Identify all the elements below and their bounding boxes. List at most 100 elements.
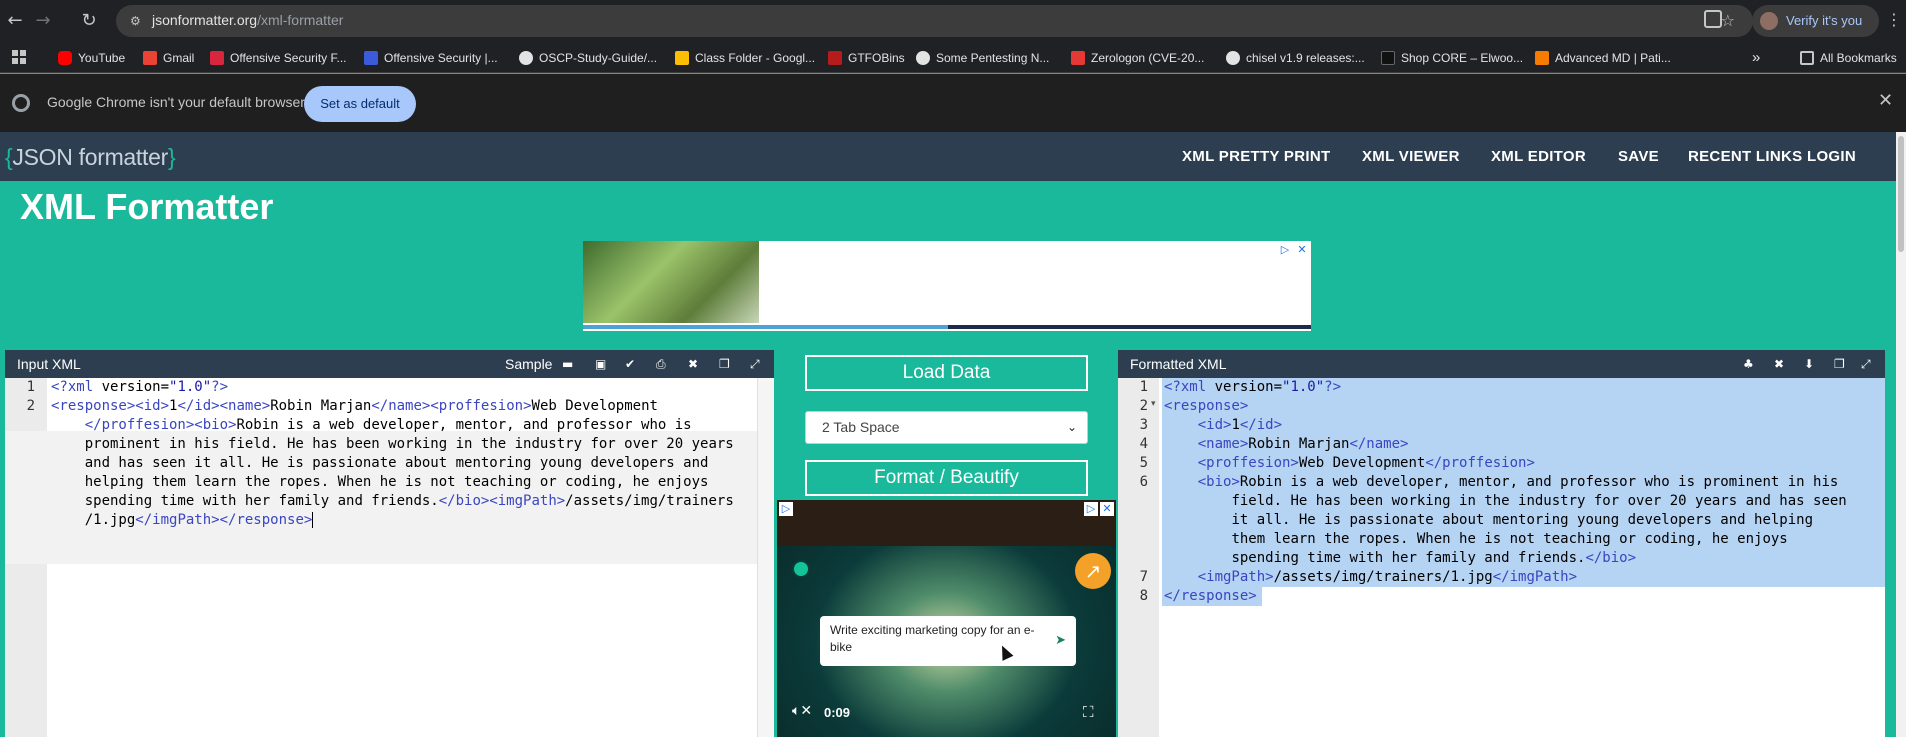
nav-xml-editor[interactable]: XML EDITOR <box>1491 148 1586 165</box>
nav-recent-links[interactable]: RECENT LINKS <box>1688 148 1802 165</box>
ad-close-icon[interactable]: ✕ <box>1295 243 1309 257</box>
nav-xml-pretty-print[interactable]: XML PRETTY PRINT <box>1182 148 1330 165</box>
code-line: <response> <box>1164 398 1249 414</box>
save-disk-icon[interactable]: ▣ <box>595 350 606 378</box>
advancedmd-icon <box>1535 51 1549 65</box>
input-editor[interactable]: 1 2 <?xml version="1.0"?> <response><id>1… <box>5 378 774 737</box>
banner-ad[interactable]: ▷ ✕ <box>583 241 1311 331</box>
bookmark-chisel[interactable]: chisel v1.9 releases:... <box>1226 48 1365 68</box>
input-scrollbar[interactable] <box>757 378 774 737</box>
fullscreen-icon[interactable]: ⛶ <box>1083 703 1094 721</box>
site-logo[interactable]: {JSON formatter} <box>5 144 176 171</box>
code-line: </proffesion><bio>Robin is a web develop… <box>84 417 692 433</box>
bookmark-gtfobins[interactable]: GTFOBins <box>828 48 905 68</box>
apps-grid-icon[interactable] <box>12 50 26 64</box>
avatar <box>1760 12 1778 30</box>
clear-x-icon[interactable]: ✖ <box>1774 350 1784 378</box>
print-icon[interactable]: ⎙ <box>656 350 666 378</box>
bookmark-advanced-md[interactable]: Advanced MD | Pati... <box>1535 48 1671 68</box>
code-line: <proffesion>Web Development</proffesion> <box>1197 455 1535 471</box>
address-bar[interactable]: ⚙ jsonformatter.org/xml-formatter ☆ <box>116 5 1753 37</box>
video-ad[interactable]: ▷ ▷ ✕ ↗ Write exciting marketing copy fo… <box>777 500 1116 737</box>
bookmark-shop-core[interactable]: Shop CORE – Elwoo... <box>1381 48 1523 68</box>
code-line: them learn the ropes. When he is not tea… <box>1231 531 1788 547</box>
output-code[interactable]: <?xml version="1.0"?> <response> <id>1</i… <box>1164 378 1847 606</box>
bookmark-offsec-1[interactable]: Offensive Security F... <box>210 48 347 68</box>
output-editor[interactable]: 1 2 3 4 5 6 7 8 ▾ <?xml version="1.0"?> <… <box>1118 378 1885 737</box>
code-line: <name>Robin Marjan</name> <box>1197 436 1409 452</box>
more-bookmarks-chevron-icon[interactable]: » <box>1752 48 1760 68</box>
ad-image <box>583 241 759 323</box>
page-scrollbar-thumb[interactable] <box>1898 136 1904 252</box>
bookmark-label: Offensive Security |... <box>384 51 498 65</box>
copy-icon[interactable]: ❐ <box>719 350 730 378</box>
site-info-icon[interactable]: ⚙ <box>130 13 146 29</box>
open-folder-icon[interactable]: ▬ <box>562 350 573 378</box>
verify-profile-button[interactable]: Verify it's you <box>1752 5 1879 37</box>
bookmark-youtube[interactable]: YouTube <box>58 48 125 68</box>
line-number: 8 <box>1139 588 1148 604</box>
send-icon: ➤ <box>1055 633 1066 648</box>
bookmark-offsec-2[interactable]: Offensive Security |... <box>364 48 498 68</box>
bookmark-gmail[interactable]: Gmail <box>143 48 194 68</box>
adchoices-icon[interactable]: ▷ <box>779 502 793 516</box>
bookmark-label: YouTube <box>78 51 126 65</box>
output-panel-title: Formatted XML <box>1130 356 1227 372</box>
shop-icon <box>1381 51 1395 65</box>
bookmark-pentesting-notes[interactable]: Some Pentesting N... <box>916 48 1049 68</box>
bookmark-label: OSCP-Study-Guide/... <box>539 51 658 65</box>
bookmark-oscp-guide[interactable]: OSCP-Study-Guide/... <box>519 48 657 68</box>
code-line: <response><id>1</id><name>Robin Marjan</… <box>51 398 658 414</box>
all-bookmarks-button[interactable]: All Bookmarks <box>1800 48 1897 68</box>
nav-xml-viewer[interactable]: XML VIEWER <box>1362 148 1460 165</box>
line-number: 6 <box>1139 474 1148 490</box>
output-panel-header: Formatted XML ♣ ✖ ⬇ ❐ ⤢ <box>1118 350 1885 378</box>
verify-label: Verify it's you <box>1786 13 1863 28</box>
reload-icon[interactable]: ↻ <box>77 9 101 33</box>
all-bookmarks-label: All Bookmarks <box>1820 51 1897 65</box>
bookmark-zerologon[interactable]: Zerologon (CVE-20... <box>1071 48 1204 68</box>
line-number: 2 <box>1139 398 1148 414</box>
code-line: and has seen it all. He is passionate ab… <box>84 455 709 471</box>
clear-x-icon[interactable]: ✖ <box>688 350 698 378</box>
ad-close-icon[interactable]: ✕ <box>1100 502 1114 516</box>
close-icon[interactable]: ✕ <box>1878 90 1893 111</box>
fullscreen-icon[interactable]: ⤢ <box>1861 350 1871 378</box>
bookmark-label: Class Folder - Googl... <box>695 51 816 65</box>
tree-view-icon[interactable]: ♣ <box>1743 350 1754 378</box>
url-text[interactable]: jsonformatter.org/xml-formatter <box>152 12 343 28</box>
fullscreen-icon[interactable]: ⤢ <box>750 350 760 378</box>
back-arrow-icon[interactable]: ← <box>3 9 27 33</box>
indent-select[interactable]: 2 Tab Space ⌄ <box>805 411 1088 444</box>
bookmark-label: Offensive Security F... <box>230 51 347 65</box>
gtfobins-icon <box>828 51 842 65</box>
input-code[interactable]: <?xml version="1.0"?> <response><id>1</id… <box>51 378 734 530</box>
bookmark-class-folder[interactable]: Class Folder - Googl... <box>675 48 815 68</box>
gmail-icon <box>143 51 157 65</box>
ad-progress-bar <box>583 325 948 329</box>
bookmark-label: Gmail <box>163 51 195 65</box>
line-number: 2 <box>26 398 35 414</box>
adchoices-icon[interactable]: ▷ <box>1278 243 1292 257</box>
mute-icon[interactable]: 🔈︎✕ <box>792 703 812 719</box>
nav-save[interactable]: SAVE <box>1618 148 1659 165</box>
format-beautify-button[interactable]: Format / Beautify <box>805 460 1088 496</box>
load-data-button[interactable]: Load Data <box>805 355 1088 391</box>
forward-arrow-icon[interactable]: → <box>31 9 55 33</box>
code-line: prominent in his field. He has been work… <box>84 436 734 452</box>
set-as-default-button[interactable]: Set as default <box>304 86 416 122</box>
adchoices-icon[interactable]: ▷ <box>1084 502 1098 516</box>
github-icon <box>916 51 930 65</box>
nav-login[interactable]: LOGIN <box>1807 148 1856 165</box>
download-icon[interactable]: ⬇ <box>1804 350 1814 378</box>
bookmark-star-icon[interactable]: ☆ <box>1721 11 1735 30</box>
arrow-up-right-icon[interactable]: ↗ <box>1075 553 1111 589</box>
sample-button[interactable]: Sample <box>505 350 552 378</box>
bookmark-label: Shop CORE – Elwoo... <box>1401 51 1524 65</box>
extensions-icon[interactable] <box>1704 10 1722 28</box>
site-header: {JSON formatter} XML PRETTY PRINT XML VI… <box>0 132 1896 181</box>
copy-icon[interactable]: ❐ <box>1834 350 1845 378</box>
menu-kebab-icon[interactable]: ⋮ <box>1886 10 1902 29</box>
validate-check-icon[interactable]: ✔ <box>625 350 635 378</box>
fold-arrow-icon[interactable]: ▾ <box>1151 399 1156 409</box>
